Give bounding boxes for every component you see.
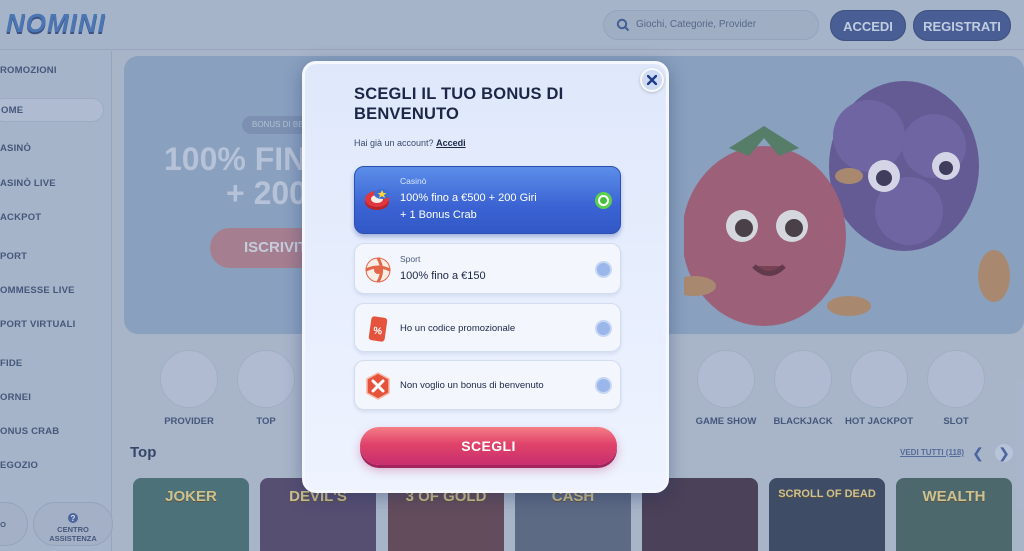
option-text: Ho un codice promozionale — [400, 323, 516, 334]
svg-text:%: % — [372, 325, 382, 337]
option-text: 100% fino a €150 — [400, 270, 486, 282]
modal-subtitle: Hai già un account? Accedi — [354, 138, 466, 148]
close-button[interactable] — [640, 68, 664, 92]
modal-title: SCEGLI IL TUO BONUS DI BENVENUTO — [354, 85, 564, 123]
welcome-bonus-modal: SCEGLI IL TUO BONUS DI BENVENUTO Hai già… — [302, 61, 669, 493]
option-category: Casinò — [400, 176, 427, 186]
radio-unselected[interactable] — [595, 261, 612, 278]
bonus-option-casino[interactable]: Casinò 100% fino a €500 + 200 Giri + 1 B… — [354, 166, 621, 234]
casino-chips-icon — [365, 189, 390, 210]
confirm-bonus-button[interactable]: SCEGLI — [360, 427, 617, 465]
option-text: Non voglio un bonus di benvenuto — [400, 380, 544, 391]
option-text-line1: 100% fino a €500 + 200 Giri — [400, 192, 537, 204]
bonus-option-promo-code[interactable]: % Ho un codice promozionale — [354, 303, 621, 352]
close-icon — [647, 75, 657, 85]
option-text: 100% fino a €500 + 200 Giri + 1 Bonus Cr… — [400, 190, 537, 224]
radio-unselected[interactable] — [595, 377, 612, 394]
sport-ball-icon — [365, 257, 391, 283]
radio-selected[interactable] — [595, 192, 612, 209]
radio-unselected[interactable] — [595, 320, 612, 337]
no-bonus-icon — [366, 372, 390, 400]
bonus-option-no-bonus[interactable]: Non voglio un bonus di benvenuto — [354, 360, 621, 410]
option-text-line2: + 1 Bonus Crab — [400, 209, 477, 221]
option-category: Sport — [400, 254, 421, 264]
bonus-option-sport[interactable]: Sport 100% fino a €150 — [354, 243, 621, 294]
app-background: NOMINI Giochi, Categorie, Provider ACCED… — [0, 0, 1024, 551]
login-link[interactable]: Accedi — [436, 138, 466, 148]
promo-ticket-icon: % — [368, 316, 388, 342]
has-account-text: Hai già un account? — [354, 138, 434, 148]
